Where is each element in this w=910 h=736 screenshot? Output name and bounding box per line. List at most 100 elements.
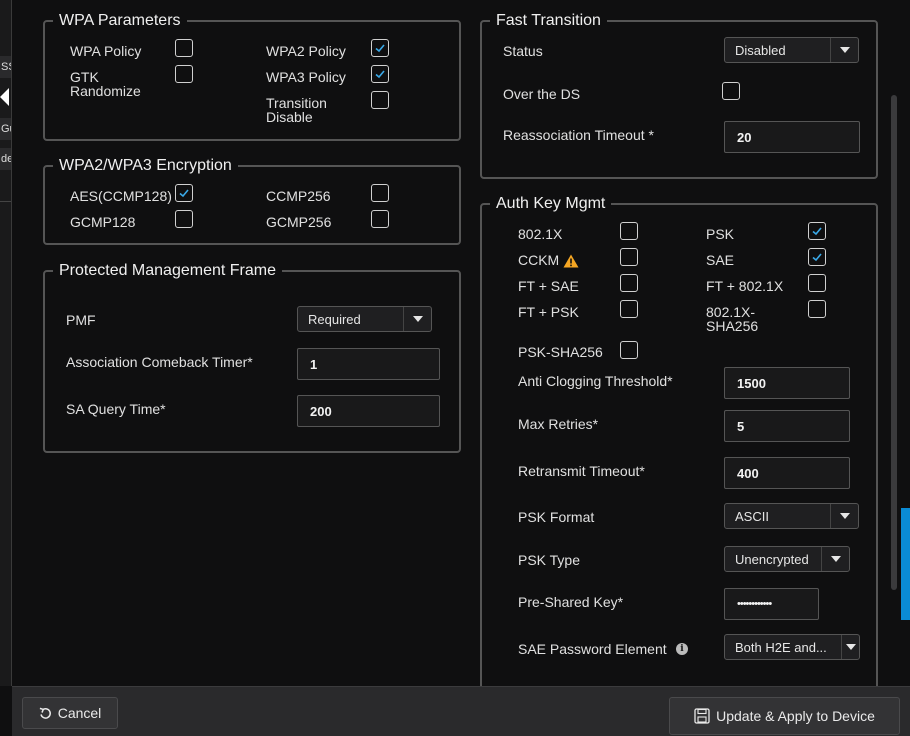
- check-icon: [812, 253, 822, 262]
- warning-icon: [563, 254, 579, 268]
- gcmp256-checkbox[interactable]: [371, 210, 389, 228]
- wpa-parameters-panel: WPA Parameters: [43, 13, 461, 141]
- update-apply-button[interactable]: Update & Apply to Device: [669, 697, 900, 735]
- akm-cckm-label: CCKM: [518, 253, 579, 268]
- wpa-policy-label: WPA Policy: [70, 43, 142, 59]
- comeback-timer-label: Association Comeback Timer*: [66, 354, 253, 370]
- ft-status-select[interactable]: Disabled: [724, 37, 859, 63]
- gtk-randomize-label-2: Randomize: [70, 83, 141, 99]
- ft-status-label: Status: [503, 43, 543, 59]
- akm-ft-sae-checkbox[interactable]: [620, 274, 638, 292]
- reassoc-timeout-input[interactable]: 20: [724, 121, 860, 153]
- check-icon: [179, 189, 189, 198]
- ccmp256-label: CCMP256: [266, 188, 331, 204]
- pointer-arrow-icon: [0, 88, 9, 106]
- aes-ccmp128-label: AES(CCMP128): [70, 188, 172, 204]
- sae-password-element-value: Both H2E and...: [735, 639, 827, 655]
- over-ds-checkbox[interactable]: [722, 82, 740, 100]
- pmf-legend: Protected Management Frame: [59, 262, 276, 279]
- encryption-legend: WPA2/WPA3 Encryption: [59, 157, 232, 174]
- chevron-down-icon: [403, 307, 431, 331]
- gcmp128-checkbox[interactable]: [175, 210, 193, 228]
- wpa3-policy-label: WPA3 Policy: [266, 69, 346, 85]
- akm-psk-sha256-label: PSK-SHA256: [518, 344, 603, 360]
- over-ds-label: Over the DS: [503, 86, 581, 102]
- cancel-button[interactable]: Cancel: [22, 697, 118, 729]
- akm-ft-sae-label: FT + SAE: [518, 278, 579, 294]
- chevron-down-icon: [830, 504, 858, 528]
- dialog-footer: Cancel Update & Apply to Device: [12, 686, 910, 736]
- akm-cckm-text: CCKM: [518, 252, 560, 268]
- transition-disable-checkbox[interactable]: [371, 91, 389, 109]
- wpa2-policy-checkbox[interactable]: [371, 39, 389, 57]
- update-apply-button-label: Update & Apply to Device: [716, 708, 875, 724]
- side-accent-bar: [901, 508, 910, 620]
- auth-key-mgmt-panel: Auth Key Mgmt: [480, 196, 878, 696]
- sa-query-time-input[interactable]: 200: [297, 395, 440, 427]
- background-window-strip: SS Gu de: [0, 0, 12, 686]
- ft-status-value: Disabled: [735, 42, 786, 58]
- psk-type-select[interactable]: Unencrypted: [724, 546, 850, 572]
- pmf-select[interactable]: Required: [297, 306, 432, 332]
- divider: [0, 201, 11, 202]
- akm-8021x-label: 802.1X: [518, 226, 563, 242]
- akm-ft-8021x-checkbox[interactable]: [808, 274, 826, 292]
- gtk-randomize-label-1: GTK: [70, 69, 99, 85]
- akm-8021x-sha256-checkbox[interactable]: [808, 300, 826, 318]
- akm-sae-label: SAE: [706, 252, 735, 268]
- gtk-randomize-checkbox[interactable]: [175, 65, 193, 83]
- background-fragment: SS: [0, 56, 11, 78]
- akm-cckm-checkbox[interactable]: [620, 248, 638, 266]
- wpa-policy-checkbox[interactable]: [175, 39, 193, 57]
- akm-8021x-sha256-label-2: SHA256: [706, 318, 759, 334]
- fast-transition-legend: Fast Transition: [496, 12, 601, 29]
- akm-8021x-sha256-label-1: 802.1X-: [706, 304, 756, 320]
- scrollbar[interactable]: [891, 95, 897, 590]
- pre-shared-key-input[interactable]: ••••••••••••: [724, 588, 819, 620]
- akm-sae-checkbox[interactable]: [808, 248, 826, 266]
- aes-ccmp128-checkbox[interactable]: [175, 184, 193, 202]
- wpa3-policy-checkbox[interactable]: [371, 65, 389, 83]
- max-retries-input[interactable]: 5: [724, 410, 850, 442]
- akm-ft-8021x-label: FT + 802.1X: [706, 278, 784, 294]
- save-icon: [694, 708, 710, 724]
- gcmp128-label: GCMP128: [70, 214, 136, 230]
- akm-8021x-checkbox[interactable]: [620, 222, 638, 240]
- chevron-down-icon: [830, 38, 858, 62]
- sa-query-time-label: SA Query Time*: [66, 401, 166, 417]
- background-fragment: de: [0, 148, 11, 170]
- chevron-down-icon: [841, 635, 859, 659]
- reassoc-timeout-label: Reassociation Timeout *: [503, 127, 654, 143]
- anti-clogging-input[interactable]: 1500: [724, 367, 850, 399]
- retransmit-timeout-input[interactable]: 400: [724, 457, 850, 489]
- psk-format-label: PSK Format: [518, 509, 595, 525]
- wpa2-policy-label: WPA2 Policy: [266, 43, 346, 59]
- psk-format-select[interactable]: ASCII: [724, 503, 859, 529]
- pmf-label: PMF: [66, 312, 96, 328]
- anti-clogging-label: Anti Clogging Threshold*: [518, 373, 673, 389]
- gcmp256-label: GCMP256: [266, 214, 332, 230]
- transition-disable-label-1: Transition: [266, 95, 327, 111]
- ccmp256-checkbox[interactable]: [371, 184, 389, 202]
- check-icon: [375, 44, 385, 53]
- chevron-down-icon: [821, 547, 849, 571]
- transition-disable-label-2: Disable: [266, 109, 313, 125]
- sae-password-element-label: SAE Password Element: [518, 641, 667, 657]
- akm-ft-psk-checkbox[interactable]: [620, 300, 638, 318]
- undo-icon: [39, 707, 51, 719]
- akm-psk-sha256-checkbox[interactable]: [620, 341, 638, 359]
- pre-shared-key-label: Pre-Shared Key*: [518, 594, 624, 610]
- akm-ft-psk-label: FT + PSK: [518, 304, 579, 320]
- info-icon[interactable]: i: [676, 643, 688, 655]
- akm-psk-label: PSK: [706, 226, 735, 242]
- sae-password-element-select[interactable]: Both H2E and...: [724, 634, 860, 660]
- auth-key-mgmt-legend: Auth Key Mgmt: [496, 195, 606, 212]
- max-retries-label: Max Retries*: [518, 416, 599, 432]
- akm-psk-checkbox[interactable]: [808, 222, 826, 240]
- check-icon: [375, 70, 385, 79]
- retransmit-timeout-label: Retransmit Timeout*: [518, 463, 645, 479]
- comeback-timer-input[interactable]: 1: [297, 348, 440, 380]
- background-fragment: Gu: [0, 118, 11, 140]
- psk-type-label: PSK Type: [518, 552, 581, 568]
- wpa-parameters-legend: WPA Parameters: [59, 12, 181, 29]
